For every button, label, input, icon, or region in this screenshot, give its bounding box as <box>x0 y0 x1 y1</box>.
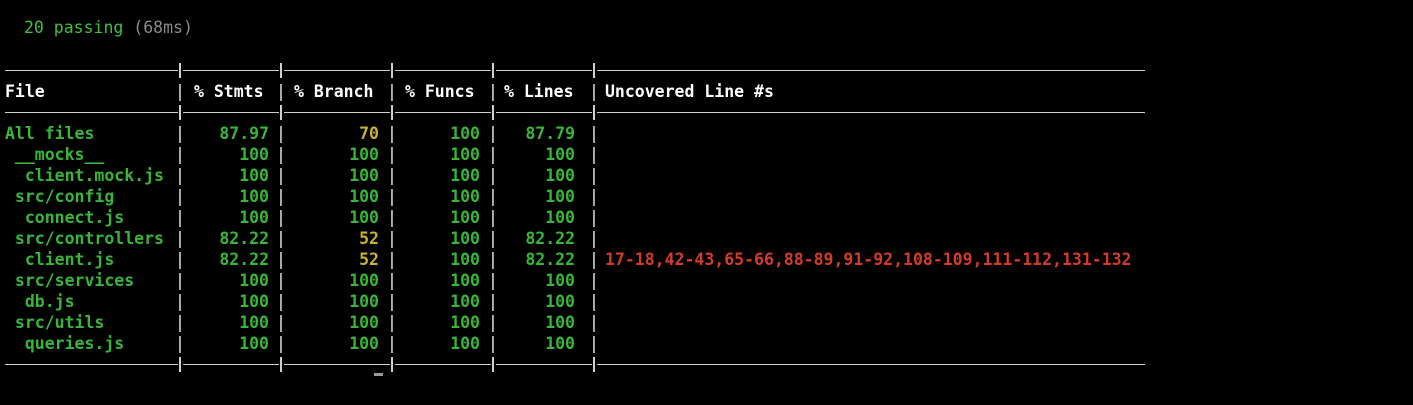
header-uncovered: Uncovered Line #s <box>605 82 774 101</box>
table-row: src/config | 100 | 100 | 100 | 100 | <box>5 187 599 206</box>
table-divider-header <box>5 102 1145 123</box>
cell-lines: 100 <box>545 208 575 227</box>
test-duration: (68ms) <box>133 18 193 37</box>
terminal-cursor <box>374 373 383 376</box>
cell-branch: 70 <box>359 124 379 143</box>
cell-funcs: 100 <box>450 208 480 227</box>
cell-stmts: 100 <box>239 292 269 311</box>
cell-stmts: 100 <box>239 334 269 353</box>
table-row: db.js | 100 | 100 | 100 | 100 | <box>5 292 599 311</box>
cell-lines: 100 <box>545 313 575 332</box>
cell-branch: 52 <box>359 229 379 248</box>
cell-file: connect.js <box>5 208 125 227</box>
header-branch: % Branch <box>294 82 374 101</box>
cell-file: client.js <box>5 250 115 269</box>
cell-stmts: 82.22 <box>219 250 269 269</box>
table-row: client.js | 82.22 | 52 | 100 | 82.22 | 17-18,42-43… <box>5 250 1132 269</box>
header-file: File <box>5 82 45 101</box>
cell-lines: 100 <box>545 292 575 311</box>
header-lines: % Lines <box>504 82 574 101</box>
cell-funcs: 100 <box>450 145 480 164</box>
table-header: File | % Stmts | % Branch | % Funcs | % … <box>5 82 774 101</box>
terminal-window[interactable]: 20 passing (68ms) File | % Stmts | % Bra… <box>0 0 1413 405</box>
cell-branch: 52 <box>359 250 379 269</box>
cell-file: All files <box>5 124 95 143</box>
cell-branch: 100 <box>349 334 379 353</box>
cell-stmts: 100 <box>239 166 269 185</box>
table-row: src/services | 100 | 100 | 100 | 100 | <box>5 271 599 290</box>
cell-funcs: 100 <box>450 166 480 185</box>
cell-file: db.js <box>5 292 75 311</box>
cell-branch: 100 <box>349 187 379 206</box>
cell-lines: 100 <box>545 187 575 206</box>
cell-funcs: 100 <box>450 313 480 332</box>
coverage-table: File | % Stmts | % Branch | % Funcs | % … <box>5 60 1145 375</box>
cell-uncovered-lines: 17-18,42-43,65-66,88-89,91-92,108-109,11… <box>605 250 1132 269</box>
cell-funcs: 100 <box>450 229 480 248</box>
cell-branch: 100 <box>349 271 379 290</box>
passing-count: 20 passing <box>24 18 124 37</box>
header-funcs: % Funcs <box>405 82 475 101</box>
table-row: connect.js | 100 | 100 | 100 | 100 | <box>5 208 599 227</box>
cell-stmts: 100 <box>239 145 269 164</box>
table-divider-top <box>5 60 1145 81</box>
cell-stmts: 100 <box>239 187 269 206</box>
table-divider-bottom <box>5 354 1145 375</box>
cell-lines: 100 <box>545 166 575 185</box>
cell-lines: 82.22 <box>525 250 575 269</box>
cell-funcs: 100 <box>450 334 480 353</box>
cell-file: queries.js <box>5 334 125 353</box>
cell-stmts: 100 <box>239 313 269 332</box>
cell-file: __mocks__ <box>5 145 105 164</box>
table-row: src/utils | 100 | 100 | 100 | 100 | <box>5 313 599 332</box>
cell-funcs: 100 <box>450 124 480 143</box>
cell-branch: 100 <box>349 166 379 185</box>
cell-funcs: 100 <box>450 250 480 269</box>
header-stmts: % Stmts <box>194 82 264 101</box>
cell-file: src/config <box>5 187 115 206</box>
cell-funcs: 100 <box>450 271 480 290</box>
cell-stmts: 100 <box>239 208 269 227</box>
cell-file: src/utils <box>5 313 105 332</box>
table-row: All files | 87.97 | 70 | 100 | 87.79 | <box>5 124 599 143</box>
cell-branch: 100 <box>349 145 379 164</box>
cell-branch: 100 <box>349 292 379 311</box>
table-row: queries.js | 100 | 100 | 100 | 100 | <box>5 334 599 353</box>
cell-file: src/controllers <box>5 229 164 248</box>
cell-funcs: 100 <box>450 292 480 311</box>
table-row: client.mock.js | 100 | 100 | 100 | 100 | <box>5 166 599 185</box>
cell-stmts: 87.97 <box>219 124 269 143</box>
cell-branch: 100 <box>349 313 379 332</box>
cell-stmts: 82.22 <box>219 229 269 248</box>
cell-lines: 82.22 <box>525 229 575 248</box>
cell-lines: 100 <box>545 271 575 290</box>
cell-file: client.mock.js <box>5 166 164 185</box>
table-row: __mocks__ | 100 | 100 | 100 | 100 | <box>5 145 599 164</box>
cell-lines: 100 <box>545 145 575 164</box>
cell-stmts: 100 <box>239 271 269 290</box>
test-summary: 20 passing (68ms) <box>24 17 193 38</box>
cell-lines: 100 <box>545 334 575 353</box>
cell-funcs: 100 <box>450 187 480 206</box>
table-body: All files | 87.97 | 70 | 100 | 87.79 | __mocks__ |… <box>5 123 1132 354</box>
table-row: src/controllers | 82.22 | 52 | 100 | 82.22 | <box>5 229 599 248</box>
cell-file: src/services <box>5 271 135 290</box>
cell-lines: 87.79 <box>525 124 575 143</box>
cell-branch: 100 <box>349 208 379 227</box>
